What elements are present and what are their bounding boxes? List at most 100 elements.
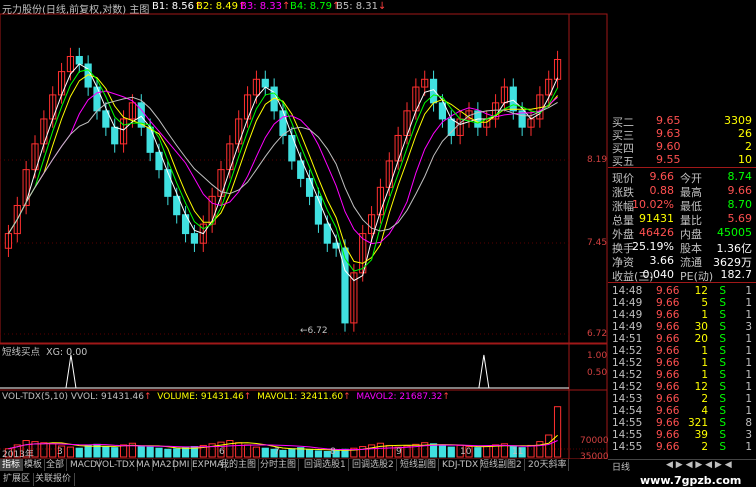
tick-row: 14:51 9.66 20 S 1 bbox=[612, 333, 752, 345]
bid-row: 买五 9.55 10 bbox=[612, 153, 752, 168]
signal-axis-label: 0.50 bbox=[587, 368, 608, 378]
price-axis-label: 6.72 bbox=[587, 329, 608, 339]
tick-row: 14:54 9.66 4 S 1 bbox=[612, 405, 752, 417]
candle-body bbox=[146, 126, 154, 153]
tick-row: 14:48 9.66 12 S 1 bbox=[612, 285, 752, 297]
volume-bar bbox=[385, 444, 393, 458]
nav-arrows[interactable]: ◀ ▶ ◀ ▶ ◀ ▶ ◀ bbox=[666, 460, 732, 470]
chart-title: 元力股份(日线,前复权,对数) 主图 bbox=[2, 5, 150, 16]
indicator-tab[interactable]: 指标 bbox=[0, 459, 24, 471]
volume-bar bbox=[483, 445, 491, 458]
watermark: www.7gpzb.com bbox=[640, 474, 742, 487]
indicator-tab[interactable]: 回调选股2 bbox=[350, 459, 397, 471]
b-label: B3: 8.33↑ bbox=[240, 1, 291, 12]
price-axis-label: 8.19 bbox=[587, 155, 608, 165]
volume-bar bbox=[367, 444, 376, 458]
indicator-tab[interactable]: 全部 bbox=[44, 459, 68, 471]
candle-body bbox=[261, 78, 269, 88]
volume-bar bbox=[155, 447, 163, 458]
volume-bar bbox=[527, 444, 535, 458]
price-axis-label: 7.45 bbox=[587, 238, 608, 248]
bid-row: 买四 9.60 2 bbox=[612, 140, 752, 155]
volume-bar bbox=[545, 434, 553, 458]
volume-bar bbox=[305, 449, 314, 458]
month-label: 11 bbox=[512, 447, 524, 457]
volume-bar bbox=[243, 444, 252, 458]
divider bbox=[608, 167, 756, 168]
quote-panel: 买二 9.65 3309 买三 9.63 26 买四 9.60 2 买五 9.55 10 现价 9.66… bbox=[608, 112, 756, 459]
stat-row: 收益(三) 0.040 PE(动) 182.7 bbox=[612, 268, 752, 283]
low-price-marker: ←6.72 bbox=[300, 326, 328, 336]
volume-axis-label: 70000 bbox=[580, 436, 609, 446]
volume-bar bbox=[314, 450, 323, 458]
moving-average-line bbox=[7, 63, 559, 282]
indicator-tab[interactable]: 模板 bbox=[22, 459, 46, 471]
tab-daily[interactable]: 日线 bbox=[612, 460, 630, 473]
volume-bar bbox=[146, 446, 154, 458]
stat-row: 换手 25.19% 股本 1.36亿 bbox=[612, 240, 752, 255]
indicator-tab-bar: 指标 模板 全部 MACD VOL-TDX MA MA2 DMI EXPMA 我的主图 分时主图 回调… bbox=[0, 459, 608, 472]
tick-row: 14:52 9.66 1 S 1 bbox=[612, 357, 752, 369]
main-panel-border bbox=[0, 13, 608, 345]
candle-body bbox=[190, 233, 199, 244]
month-label: 3 bbox=[57, 447, 63, 457]
indicator-tab[interactable]: VOL-TDX bbox=[94, 459, 138, 471]
stat-row: 涨跌 0.88 最高 9.66 bbox=[612, 184, 752, 199]
signal-spike bbox=[478, 354, 490, 389]
volume-bar bbox=[173, 448, 181, 458]
month-label: 10 bbox=[460, 447, 472, 457]
indicator-tab[interactable]: 回调选股1 bbox=[302, 459, 349, 471]
signal-axis-label: 1.00 bbox=[587, 351, 608, 361]
indicator-tab[interactable]: 短线副图2 bbox=[478, 459, 525, 471]
tick-row: 14:53 9.66 2 S 1 bbox=[612, 393, 752, 405]
volume-bar bbox=[376, 442, 385, 458]
month-label: 8 bbox=[330, 447, 336, 457]
volume-bar bbox=[102, 446, 110, 458]
b-label: B5: 8.31↓ bbox=[336, 1, 387, 12]
tick-row: 14:49 9.66 30 S 3 bbox=[612, 321, 752, 333]
volume-bar bbox=[181, 447, 190, 458]
volume-bar bbox=[84, 444, 92, 458]
volume-bar bbox=[111, 447, 119, 458]
moving-average-line bbox=[7, 69, 559, 272]
tick-row: 14:52 9.66 1 S 1 bbox=[612, 345, 752, 357]
volume-bar bbox=[261, 447, 269, 458]
tick-row: 14:55 9.66 2 S 1 bbox=[612, 441, 752, 453]
candle-body bbox=[323, 223, 331, 244]
tick-row: 14:49 9.66 1 S 1 bbox=[612, 309, 752, 321]
volume-bar bbox=[40, 442, 48, 458]
stat-row: 外盘 46426 内盘 45005 bbox=[612, 226, 752, 241]
volume-bar bbox=[288, 448, 296, 458]
indicator-tab[interactable]: 分时主图 bbox=[258, 459, 300, 471]
candle-body bbox=[305, 177, 314, 197]
candle-body bbox=[75, 55, 83, 65]
candle-body bbox=[279, 110, 287, 136]
bottom-tab[interactable]: 关联报价 bbox=[32, 473, 76, 486]
stat-row: 净资 3.66 流通 3629万 bbox=[612, 254, 752, 269]
candle-body bbox=[429, 78, 438, 104]
indicator-tab[interactable]: KDJ-TDX bbox=[440, 459, 482, 471]
candle-body bbox=[509, 86, 517, 112]
signal-panel-header: 短线买点 XG: 0.00 bbox=[2, 347, 88, 358]
divider bbox=[608, 282, 756, 283]
candle-body bbox=[447, 118, 455, 136]
volume-bar bbox=[359, 446, 367, 458]
indicator-tab[interactable]: 我的主图 bbox=[218, 459, 260, 471]
bottom-tab[interactable]: 扩展区 bbox=[0, 473, 35, 486]
candle-body bbox=[93, 86, 101, 112]
volume-bar bbox=[119, 444, 128, 458]
volume-bar bbox=[49, 443, 57, 458]
tick-row: 14:52 9.66 12 S 1 bbox=[612, 381, 752, 393]
candle-body bbox=[111, 126, 119, 145]
volume-panel-header: VOL-TDX(5,10) VVOL: 91431.46↑ VOLUME: 91… bbox=[2, 392, 450, 402]
bid-row: 买二 9.65 3309 bbox=[612, 114, 752, 129]
tick-row: 14:52 9.66 1 S 1 bbox=[612, 369, 752, 381]
volume-bar bbox=[164, 448, 172, 458]
right-tab-bar: 日线 ◀ ▶ ◀ ▶ ◀ ▶ ◀ bbox=[608, 459, 756, 473]
volume-bar bbox=[75, 447, 83, 458]
indicator-tab[interactable]: 20天斜率 bbox=[526, 459, 570, 471]
bottom-tab-bar: 扩展区 关联报价 bbox=[0, 473, 608, 487]
indicator-tab[interactable]: DMI bbox=[170, 459, 193, 471]
indicator-tab[interactable]: 短线副图 bbox=[398, 459, 440, 471]
stat-row: 涨幅 10.02% 最低 8.70 bbox=[612, 198, 752, 213]
